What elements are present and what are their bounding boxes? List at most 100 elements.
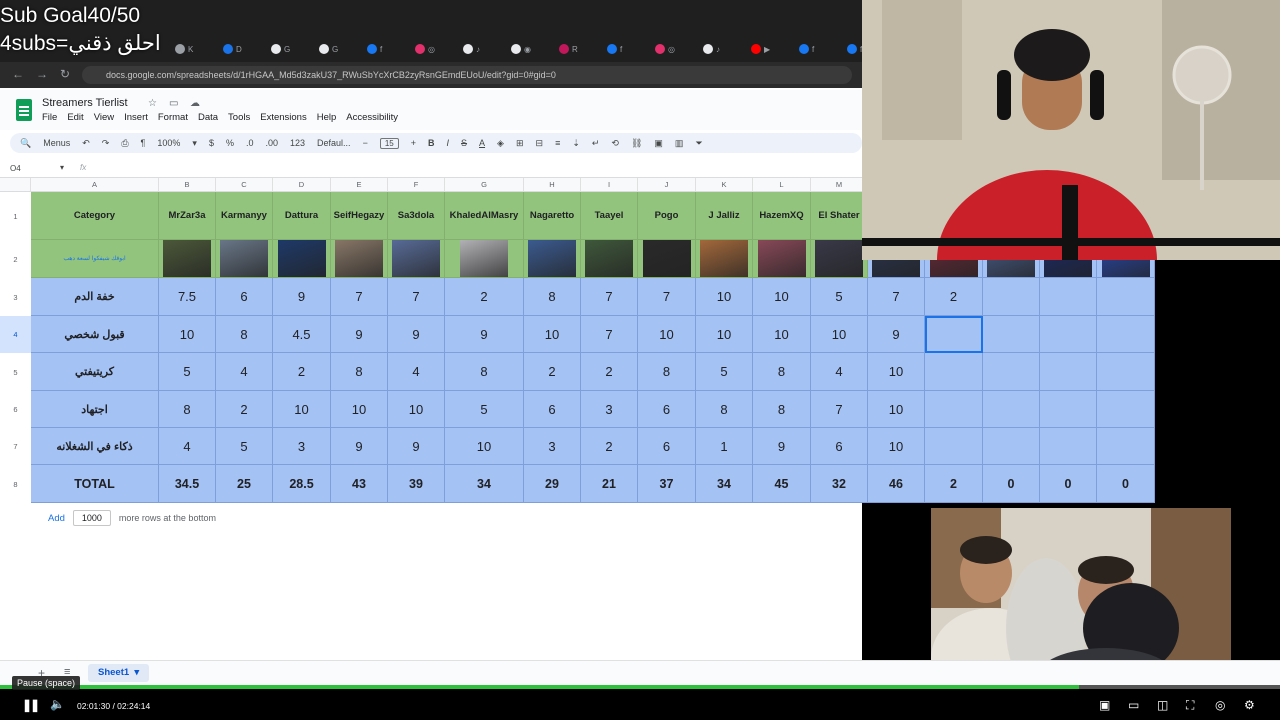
total-cell[interactable]: 32 bbox=[811, 465, 868, 503]
data-cell[interactable]: 3 bbox=[524, 428, 581, 465]
paint-format-icon[interactable]: ¶ bbox=[141, 138, 146, 148]
column-header-l[interactable]: L bbox=[753, 178, 811, 192]
row-header-1[interactable]: 1 bbox=[0, 192, 31, 240]
data-cell[interactable]: 10 bbox=[273, 391, 331, 428]
redo-icon[interactable]: ↷ bbox=[102, 138, 110, 149]
data-cell[interactable]: 7 bbox=[581, 316, 638, 353]
data-cell[interactable]: 10 bbox=[524, 316, 581, 353]
browser-tab[interactable]: ♪ bbox=[703, 40, 747, 58]
data-cell[interactable]: 9 bbox=[445, 316, 524, 353]
browser-tab[interactable]: f bbox=[367, 40, 411, 58]
text-color-button[interactable]: A bbox=[479, 138, 485, 148]
data-cell[interactable]: 9 bbox=[273, 278, 331, 316]
header-cell[interactable]: Dattura bbox=[273, 192, 331, 240]
number-format-button[interactable]: 123 bbox=[290, 138, 305, 148]
data-cell[interactable]: 7 bbox=[638, 278, 696, 316]
data-cell[interactable]: 5 bbox=[445, 391, 524, 428]
tab-sheet1[interactable]: Sheet1 ▾ bbox=[88, 664, 150, 682]
back-icon[interactable]: ← bbox=[12, 67, 24, 81]
data-cell[interactable] bbox=[1097, 278, 1155, 316]
comment-icon[interactable]: ▣ bbox=[654, 138, 663, 149]
data-cell[interactable] bbox=[1040, 353, 1097, 391]
data-cell[interactable]: 3 bbox=[581, 391, 638, 428]
star-icon[interactable]: ☆ bbox=[148, 98, 157, 109]
menu-tools[interactable]: Tools bbox=[228, 112, 250, 123]
volume-icon[interactable]: 🔈 bbox=[50, 697, 65, 711]
total-cell[interactable]: 21 bbox=[581, 465, 638, 503]
browser-tab[interactable]: f bbox=[607, 40, 651, 58]
header-cell[interactable]: MrZar3a bbox=[159, 192, 216, 240]
move-folder-icon[interactable]: ▭ bbox=[169, 98, 178, 109]
data-cell[interactable]: 6 bbox=[811, 428, 868, 465]
sheets-logo-icon[interactable] bbox=[16, 99, 32, 121]
total-cell[interactable]: 46 bbox=[868, 465, 925, 503]
category-label-cell[interactable]: ذكاء في الشغلانه bbox=[31, 428, 159, 465]
browser-tab[interactable]: ▶ bbox=[751, 40, 795, 58]
print-icon[interactable]: ⎙ bbox=[121, 138, 128, 149]
data-cell[interactable] bbox=[983, 316, 1040, 353]
image-cell[interactable] bbox=[331, 240, 388, 278]
browser-tab[interactable]: G bbox=[319, 40, 363, 58]
data-cell[interactable]: 8 bbox=[753, 353, 811, 391]
data-cell[interactable] bbox=[983, 278, 1040, 316]
browser-tab[interactable]: ◉ bbox=[511, 40, 555, 58]
currency-button[interactable]: $ bbox=[209, 138, 214, 148]
data-cell[interactable]: 10 bbox=[811, 316, 868, 353]
miniplayer-icon[interactable]: ▣ bbox=[1099, 698, 1110, 712]
data-cell[interactable]: 7 bbox=[331, 278, 388, 316]
data-cell[interactable]: 5 bbox=[811, 278, 868, 316]
font-size-decrease-button[interactable]: − bbox=[363, 138, 368, 148]
data-cell[interactable]: 10 bbox=[696, 278, 753, 316]
data-cell[interactable]: 10 bbox=[445, 428, 524, 465]
data-cell[interactable]: 2 bbox=[273, 353, 331, 391]
speed-icon[interactable]: ◎ bbox=[1215, 698, 1225, 712]
data-cell[interactable]: 8 bbox=[638, 353, 696, 391]
image-cell[interactable] bbox=[159, 240, 216, 278]
menu-insert[interactable]: Insert bbox=[124, 112, 148, 123]
browser-tab[interactable]: D bbox=[223, 40, 267, 58]
data-cell[interactable]: 9 bbox=[753, 428, 811, 465]
data-cell[interactable]: 7 bbox=[581, 278, 638, 316]
data-cell[interactable]: 4 bbox=[388, 353, 445, 391]
wrap-icon[interactable]: ↵ bbox=[592, 138, 600, 149]
column-header-c[interactable]: C bbox=[216, 178, 273, 192]
fill-color-icon[interactable]: ◈ bbox=[497, 138, 504, 149]
data-cell[interactable]: 1 bbox=[696, 428, 753, 465]
italic-button[interactable]: I bbox=[447, 138, 450, 148]
percent-button[interactable]: % bbox=[226, 138, 234, 148]
total-cell[interactable]: 34 bbox=[445, 465, 524, 503]
url-field[interactable]: docs.google.com/spreadsheets/d/1rHGAA_Md… bbox=[82, 66, 852, 84]
data-cell[interactable]: 8 bbox=[524, 278, 581, 316]
menu-view[interactable]: View bbox=[94, 112, 114, 123]
image-cell[interactable] bbox=[445, 240, 524, 278]
data-cell[interactable] bbox=[1097, 353, 1155, 391]
data-cell[interactable]: 10 bbox=[868, 353, 925, 391]
total-cell[interactable]: 39 bbox=[388, 465, 445, 503]
image-cell[interactable] bbox=[273, 240, 331, 278]
header-cell[interactable]: Category bbox=[31, 192, 159, 240]
header-cell[interactable]: Karmanyy bbox=[216, 192, 273, 240]
row-header-6[interactable]: 6 bbox=[0, 391, 31, 428]
data-cell[interactable]: 2 bbox=[216, 391, 273, 428]
strikethrough-button[interactable]: S bbox=[461, 138, 467, 148]
data-cell[interactable]: 7.5 bbox=[159, 278, 216, 316]
data-cell[interactable]: 9 bbox=[388, 428, 445, 465]
cloud-status-icon[interactable]: ☁ bbox=[190, 98, 200, 109]
data-cell[interactable]: 9 bbox=[388, 316, 445, 353]
data-cell[interactable] bbox=[1040, 391, 1097, 428]
total-cell[interactable]: 29 bbox=[524, 465, 581, 503]
browser-tab[interactable]: f bbox=[799, 40, 843, 58]
data-cell[interactable]: 8 bbox=[159, 391, 216, 428]
browser-tab[interactable]: G bbox=[271, 40, 315, 58]
category-label-cell[interactable]: قبول شخصي bbox=[31, 316, 159, 353]
bold-button[interactable]: B bbox=[428, 138, 435, 148]
row-header-4[interactable]: 4 bbox=[0, 316, 31, 353]
data-cell[interactable]: 4 bbox=[216, 353, 273, 391]
image-cell[interactable] bbox=[638, 240, 696, 278]
reload-icon[interactable]: ↻ bbox=[60, 67, 70, 81]
data-cell[interactable]: 9 bbox=[331, 428, 388, 465]
data-cell[interactable]: 10 bbox=[868, 428, 925, 465]
fullscreen-icon[interactable]: ⛶ bbox=[1186, 698, 1194, 713]
column-header-f[interactable]: F bbox=[388, 178, 445, 192]
total-cell[interactable]: 34.5 bbox=[159, 465, 216, 503]
